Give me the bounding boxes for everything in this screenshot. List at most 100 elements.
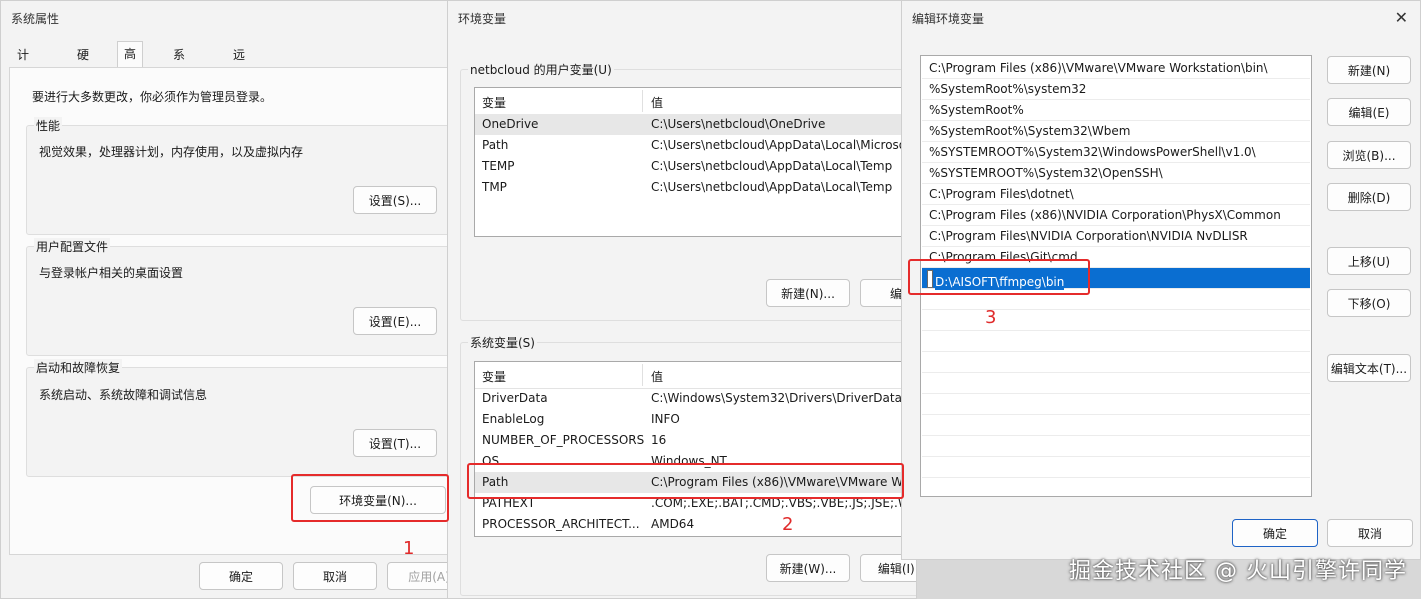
variable-name: EnableLog — [482, 412, 545, 426]
list-item[interactable]: C:\Program Files (x86)\NVIDIA Corporatio… — [922, 205, 1310, 226]
variable-name: PROCESSOR_ARCHITECT... — [482, 517, 640, 531]
window-title: 环境变量 — [458, 12, 507, 26]
list-item[interactable]: %SystemRoot%\System32\Wbem — [922, 121, 1310, 142]
empty-list-item[interactable] — [922, 457, 1310, 478]
empty-list-item[interactable] — [922, 373, 1310, 394]
sysprops-cancel-button[interactable]: 取消 — [293, 562, 377, 590]
list-item[interactable]: %SYSTEMROOT%\System32\WindowsPowerShell\… — [922, 142, 1310, 163]
startup-recovery-label: 启动和故障恢复 — [34, 359, 123, 376]
list-item[interactable]: C:\Program Files\dotnet\ — [922, 184, 1310, 205]
user-profile-desc: 与登录帐户相关的桌面设置 — [39, 266, 184, 280]
list-item[interactable]: %SYSTEMROOT%\System32\OpenSSH\ — [922, 163, 1310, 184]
performance-settings-button[interactable]: 设置(S)... — [353, 186, 437, 214]
variable-name: OneDrive — [482, 117, 539, 131]
path-entry-text: C:\Program Files (x86)\VMware\VMware Wor… — [929, 61, 1268, 75]
table-row[interactable]: TMP C:\Users\netbcloud\AppData\Local\Temp — [475, 177, 916, 198]
list-item[interactable]: %SystemRoot%\system32 — [922, 79, 1310, 100]
path-entry-text: C:\Program Files\NVIDIA Corporation\NVID… — [929, 229, 1248, 243]
empty-list-item[interactable] — [922, 331, 1310, 352]
startup-recovery-desc: 系统启动、系统故障和调试信息 — [39, 388, 208, 402]
table-row[interactable]: OneDrive C:\Users\netbcloud\OneDrive — [475, 114, 916, 135]
system-variables-list[interactable]: 变量 值 DriverData C:\Windows\System32\Drive… — [474, 361, 916, 537]
table-row[interactable]: NUMBER_OF_PROCESSORS 16 — [475, 430, 916, 451]
path-entry-text: %SystemRoot%\system32 — [929, 82, 1087, 96]
startup-recovery-group: 系统启动、系统故障和调试信息 设置(T)... — [26, 367, 454, 477]
annotation-step-2: 2 — [782, 514, 794, 535]
sysprops-apply-button[interactable]: 应用(A) — [387, 562, 455, 590]
table-row[interactable]: PROCESSOR_ARCHITECT... AMD64 — [475, 514, 916, 535]
window-title: 系统属性 — [11, 12, 60, 26]
tab-advanced[interactable]: 高级 — [117, 41, 144, 85]
user-variables-label: netbcloud 的用户变量(U) — [468, 61, 614, 78]
performance-desc: 视觉效果，处理器计划，内存使用，以及虚拟内存 — [39, 145, 304, 159]
startup-recovery-settings-button[interactable]: 设置(T)... — [353, 429, 437, 457]
variable-name: TEMP — [482, 159, 515, 173]
table-row[interactable]: TEMP C:\Users\netbcloud\AppData\Local\Tem… — [475, 156, 916, 177]
list-item[interactable]: C:\Program Files (x86)\VMware\VMware Wor… — [922, 58, 1310, 79]
edit-cancel-button[interactable]: 取消 — [1327, 519, 1413, 547]
tab-computer-name[interactable]: 计算机名 — [11, 43, 35, 134]
variable-value: C:\Users\netbcloud\AppData\Local\Temp — [651, 180, 893, 194]
empty-list-item[interactable] — [922, 415, 1310, 436]
column-header-value[interactable]: 值 — [651, 94, 663, 111]
user-new-button[interactable]: 新建(N)... — [766, 279, 850, 307]
column-divider[interactable] — [642, 90, 643, 112]
title-bar: 环境变量 — [448, 1, 916, 35]
variable-name: NUMBER_OF_PROCESSORS — [482, 433, 645, 447]
column-header-value[interactable]: 值 — [651, 368, 663, 385]
watermark: 掘金技术社区 @ 火山引擎许同学 — [1069, 559, 1407, 584]
variable-name: DriverData — [482, 391, 548, 405]
window-title: 编辑环境变量 — [912, 12, 985, 26]
table-row[interactable]: DriverData C:\Windows\System32\Drivers\Dr… — [475, 388, 916, 409]
empty-list-item[interactable] — [922, 436, 1310, 457]
path-browse-button[interactable]: 浏览(B)... — [1327, 141, 1411, 169]
path-delete-button[interactable]: 删除(D) — [1327, 183, 1411, 211]
admin-note: 要进行大多数更改，你必须作为管理员登录。 — [32, 90, 273, 104]
table-row[interactable]: EnableLog INFO — [475, 409, 916, 430]
path-entry-text: %SystemRoot%\System32\Wbem — [929, 124, 1131, 138]
user-profile-group: 与登录帐户相关的桌面设置 设置(E)... — [26, 246, 454, 356]
empty-list-item[interactable] — [922, 352, 1310, 373]
path-edit-button[interactable]: 编辑(E) — [1327, 98, 1411, 126]
performance-group: 视觉效果，处理器计划，内存使用，以及虚拟内存 设置(S)... — [26, 125, 454, 235]
variable-value: 16 — [651, 433, 667, 447]
annotation-step-1: 1 — [403, 538, 415, 559]
annotation-box-environment-button — [291, 474, 449, 522]
system-new-button[interactable]: 新建(W)... — [766, 554, 850, 582]
path-entry-text: %SYSTEMROOT%\System32\WindowsPowerShell\… — [929, 145, 1256, 159]
column-divider[interactable] — [642, 364, 643, 386]
empty-list-item[interactable] — [922, 394, 1310, 415]
user-variables-list[interactable]: 变量 值 OneDrive C:\Users\netbcloud\OneDrive… — [474, 87, 916, 237]
variable-name: Path — [482, 138, 509, 152]
user-profile-settings-button[interactable]: 设置(E)... — [353, 307, 437, 335]
path-entry-text: %SystemRoot% — [929, 103, 1024, 117]
path-edit-text-button[interactable]: 编辑文本(T)... — [1327, 354, 1411, 382]
path-new-button[interactable]: 新建(N) — [1327, 56, 1411, 84]
list-header: 变量 值 — [475, 362, 916, 389]
annotation-box-new-path — [908, 259, 1090, 295]
system-variables-label: 系统变量(S) — [468, 334, 537, 351]
title-bar: 系统属性 — [1, 1, 455, 35]
performance-label: 性能 — [34, 117, 63, 134]
column-header-variable[interactable]: 变量 — [482, 94, 506, 111]
close-icon[interactable]: ✕ — [1395, 8, 1408, 27]
user-profile-label: 用户配置文件 — [34, 238, 111, 255]
table-row[interactable]: Path C:\Users\netbcloud\AppData\Local\Mic… — [475, 135, 916, 156]
empty-list-item[interactable] — [922, 310, 1310, 331]
path-move-down-button[interactable]: 下移(O) — [1327, 289, 1411, 317]
column-header-variable[interactable]: 变量 — [482, 368, 506, 385]
variable-value: C:\Users\netbcloud\AppData\Local\Temp — [651, 159, 893, 173]
path-move-up-button[interactable]: 上移(U) — [1327, 247, 1411, 275]
list-item[interactable]: %SystemRoot% — [922, 100, 1310, 121]
sysprops-ok-button[interactable]: 确定 — [199, 562, 283, 590]
tab-system-protection[interactable]: 系统保护 — [167, 43, 191, 134]
annotation-box-path-row — [467, 463, 904, 499]
tab-remote[interactable]: 远程 — [227, 43, 251, 86]
tab-hardware[interactable]: 硬件 — [71, 43, 95, 86]
list-item[interactable]: C:\Program Files\NVIDIA Corporation\NVID… — [922, 226, 1310, 247]
variable-value: AMD64 — [651, 517, 695, 531]
edit-ok-button[interactable]: 确定 — [1232, 519, 1318, 547]
variable-value: C:\Users\netbcloud\OneDrive — [651, 117, 826, 131]
variable-value: C:\Users\netbcloud\AppData\Local\Microso — [651, 138, 907, 152]
path-entry-text: C:\Program Files\dotnet\ — [929, 187, 1074, 201]
